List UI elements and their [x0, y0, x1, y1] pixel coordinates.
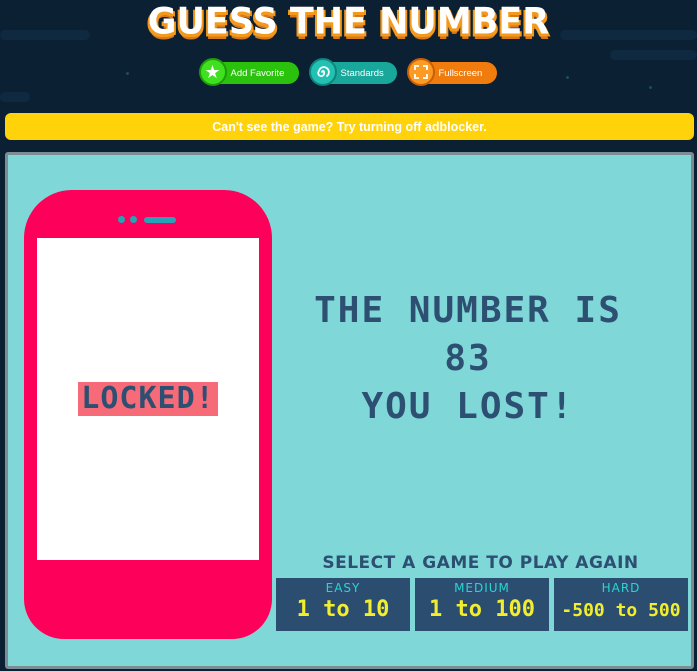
mode-level-label: EASY — [325, 581, 361, 595]
game-frame: LOCKED! THE NUMBER IS 83 YOU LOST! SELEC… — [5, 152, 694, 669]
toolbar: ★ Add Favorite Standards Fullscreen — [0, 58, 697, 86]
standards-label: Standards — [340, 67, 384, 79]
page-title: GUESS THE NUMBER — [147, 1, 550, 43]
mode-range-label: -500 to 500 — [561, 600, 681, 621]
result-line-3: YOU LOST! — [361, 386, 575, 427]
phone-speaker — [144, 217, 176, 223]
mode-range-label: 1 to 100 — [429, 597, 535, 622]
phone-illustration: LOCKED! — [24, 190, 272, 639]
mode-level-label: HARD — [601, 581, 641, 595]
mode-level-label: MEDIUM — [454, 581, 510, 595]
result-number: 83 — [444, 338, 492, 379]
result-line-1: THE NUMBER IS — [314, 290, 622, 331]
mode-medium-button[interactable]: MEDIUM 1 to 100 — [415, 578, 549, 631]
locked-label: LOCKED! — [78, 382, 218, 416]
add-favorite-button[interactable]: ★ Add Favorite — [198, 58, 299, 86]
add-favorite-label: Add Favorite — [230, 67, 285, 79]
standards-button[interactable]: Standards — [308, 58, 397, 86]
spiral-icon — [308, 58, 337, 86]
mode-easy-button[interactable]: EASY 1 to 10 — [276, 578, 410, 631]
fullscreen-button[interactable]: Fullscreen — [406, 58, 497, 86]
background-streak — [0, 92, 30, 102]
play-again-prompt: SELECT A GAME TO PLAY AGAIN — [322, 553, 639, 573]
expand-icon — [406, 58, 435, 86]
background-star — [649, 86, 652, 89]
mode-range-label: 1 to 10 — [296, 597, 390, 622]
phone-camera — [118, 216, 125, 223]
background-streak — [610, 50, 697, 60]
result-message: THE NUMBER IS 83 YOU LOST! — [298, 287, 638, 431]
adblocker-notice: Can't see the game? Try turning off adbl… — [5, 113, 694, 140]
mode-hard-button[interactable]: HARD -500 to 500 — [554, 578, 688, 631]
phone-sensor — [130, 216, 137, 223]
star-icon: ★ — [198, 58, 227, 86]
fullscreen-label: Fullscreen — [438, 67, 483, 79]
mode-selector: EASY 1 to 10 MEDIUM 1 to 100 HARD -500 t… — [276, 578, 688, 631]
phone-screen: LOCKED! — [37, 238, 259, 560]
